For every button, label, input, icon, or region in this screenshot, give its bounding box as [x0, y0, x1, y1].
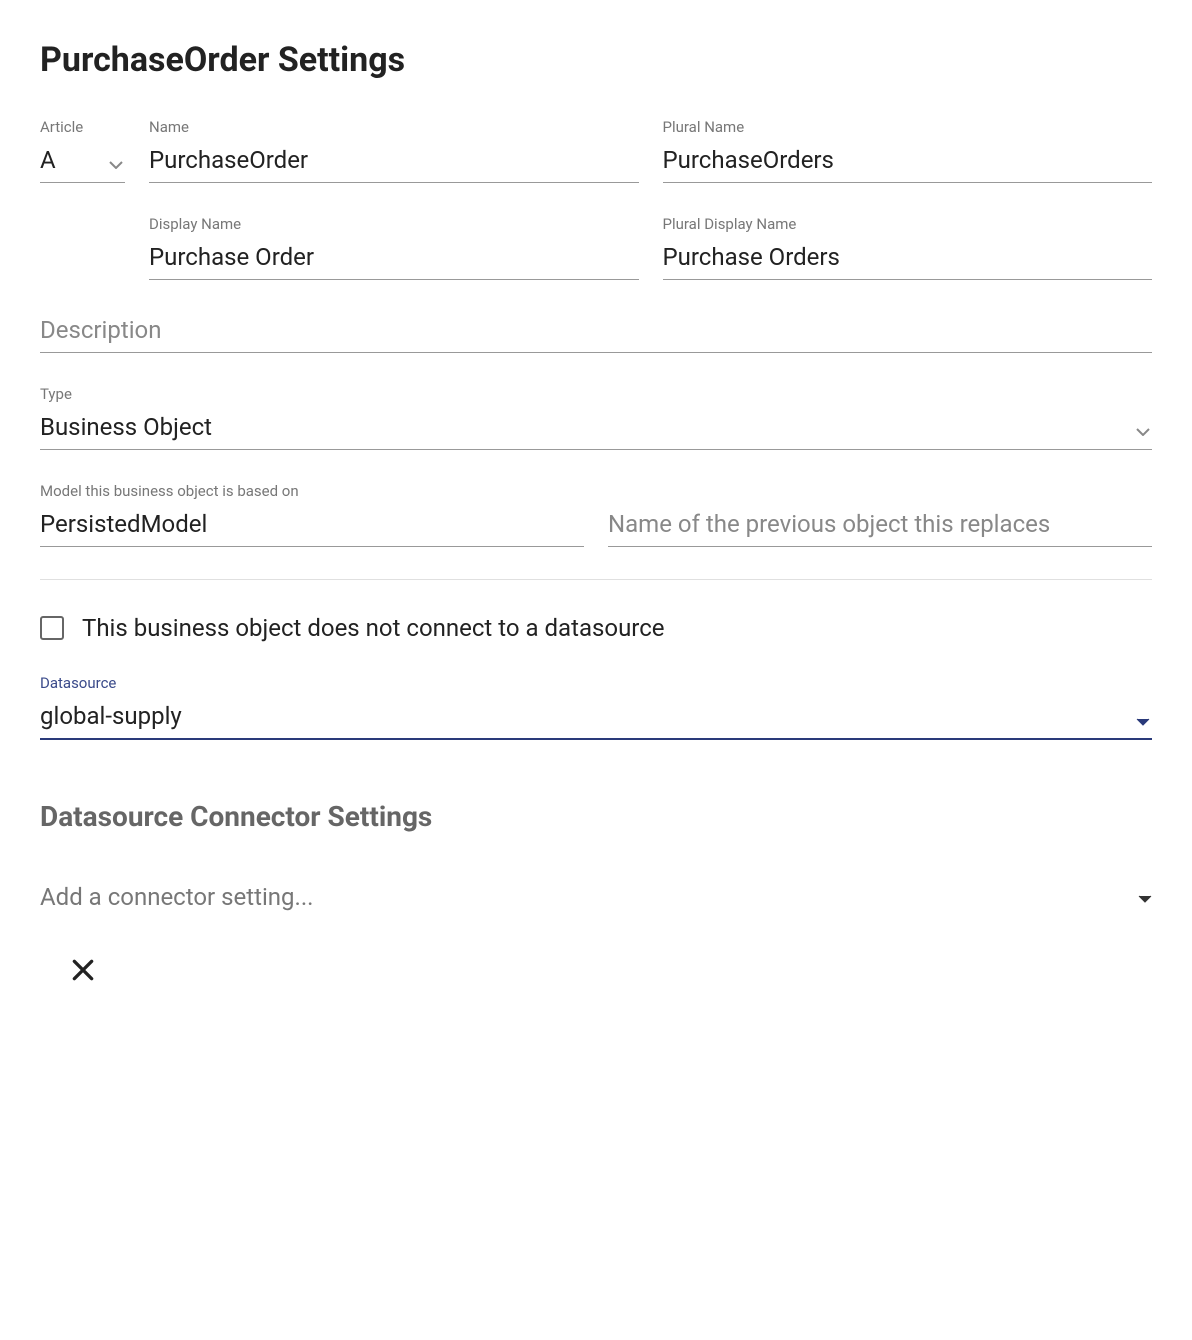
connector-settings-heading: Datasource Connector Settings: [40, 800, 1152, 833]
no-datasource-label: This business object does not connect to…: [82, 614, 665, 642]
plural-name-field: Plural Name: [663, 118, 1153, 183]
model-label: Model this business object is based on: [40, 482, 584, 500]
connector-setting-select[interactable]: Add a connector setting...: [40, 883, 1152, 917]
name-input[interactable]: [149, 142, 639, 183]
description-input[interactable]: [40, 312, 1152, 353]
connector-setting-placeholder: Add a connector setting...: [40, 883, 314, 911]
plural-name-label: Plural Name: [663, 118, 1153, 136]
type-field: Type: [40, 385, 1152, 450]
model-input[interactable]: [40, 506, 584, 547]
spacer: [40, 215, 125, 280]
plural-display-name-input[interactable]: [663, 239, 1153, 280]
no-datasource-checkbox[interactable]: [40, 616, 64, 640]
no-datasource-row: This business object does not connect to…: [40, 614, 1152, 642]
page-title: PurchaseOrder Settings: [40, 40, 1152, 80]
plural-name-input[interactable]: [663, 142, 1153, 183]
plural-display-name-field: Plural Display Name: [663, 215, 1153, 280]
article-select[interactable]: [40, 142, 125, 183]
divider: [40, 579, 1152, 580]
display-name-field: Display Name: [149, 215, 639, 280]
article-label: Article: [40, 118, 125, 136]
display-name-label: Display Name: [149, 215, 639, 233]
replaces-input[interactable]: [608, 506, 1152, 547]
type-label: Type: [40, 385, 1152, 403]
description-field: [40, 312, 1152, 353]
datasource-label: Datasource: [40, 674, 1152, 692]
name-field: Name: [149, 118, 639, 183]
article-field: Article: [40, 118, 125, 183]
close-button[interactable]: [70, 957, 1152, 983]
datasource-field: Datasource: [40, 674, 1152, 740]
model-field: Model this business object is based on: [40, 482, 584, 547]
display-name-input[interactable]: [149, 239, 639, 280]
chevron-down-icon: [1138, 888, 1152, 907]
plural-display-name-label: Plural Display Name: [663, 215, 1153, 233]
datasource-select[interactable]: [40, 698, 1152, 740]
replaces-field: [608, 482, 1152, 547]
type-select[interactable]: [40, 409, 1152, 450]
name-label: Name: [149, 118, 639, 136]
